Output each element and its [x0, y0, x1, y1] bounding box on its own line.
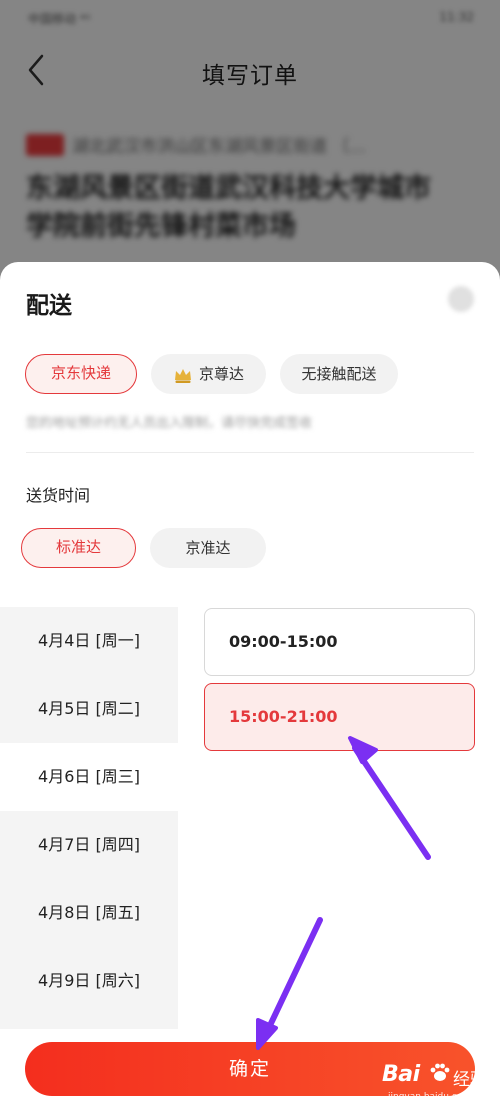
method-chip-jd-express[interactable]: 京东快递: [25, 354, 137, 394]
date-item[interactable]: 4月4日 [周一]: [0, 607, 178, 675]
delivery-note: 您的地址预计约无人员出入限制，请尽快完成签收: [26, 416, 313, 431]
date-list: 4月4日 [周一] 4月5日 [周二] 4月6日 [周三] 4月7日 [周四] …: [0, 607, 178, 1029]
method-chip-label: 京尊达: [198, 365, 244, 383]
watermark-url: jingyan.baidu.com: [388, 1092, 472, 1102]
date-item[interactable]: 4月5日 [周二]: [0, 675, 178, 743]
method-chip-jingzunda[interactable]: 京尊达: [151, 354, 266, 394]
watermark-suffix: 经验: [453, 1070, 487, 1090]
watermark-brand: Bai: [382, 1062, 420, 1087]
date-item[interactable]: 4月8日 [周五]: [0, 879, 178, 947]
watermark: Bai 经验 jingyan.baidu.com: [380, 1054, 495, 1106]
date-item-selected[interactable]: 4月6日 [周三]: [0, 743, 178, 811]
divider: [26, 452, 474, 453]
method-chip-contactless[interactable]: 无接触配送: [280, 354, 398, 394]
sheet-title: 配送: [26, 293, 72, 319]
date-item[interactable]: 4月7日 [周四]: [0, 811, 178, 879]
close-icon[interactable]: [448, 286, 474, 312]
time-type-jingzhunda[interactable]: 京准达: [150, 528, 266, 568]
delivery-time-label: 送货时间: [26, 486, 91, 505]
time-type-standard[interactable]: 标准达: [21, 528, 136, 568]
paw-icon: [429, 1061, 451, 1083]
crown-icon: [173, 365, 193, 385]
time-slot[interactable]: 09:00-15:00: [204, 608, 475, 676]
delivery-sheet: 配送 京东快递 京尊达 无接触配送 您的地址预计约无人员出入限制，请尽快完成签收…: [0, 262, 500, 1111]
date-item[interactable]: 4月9日 [周六]: [0, 947, 178, 1015]
time-slot-selected[interactable]: 15:00-21:00: [204, 683, 475, 751]
